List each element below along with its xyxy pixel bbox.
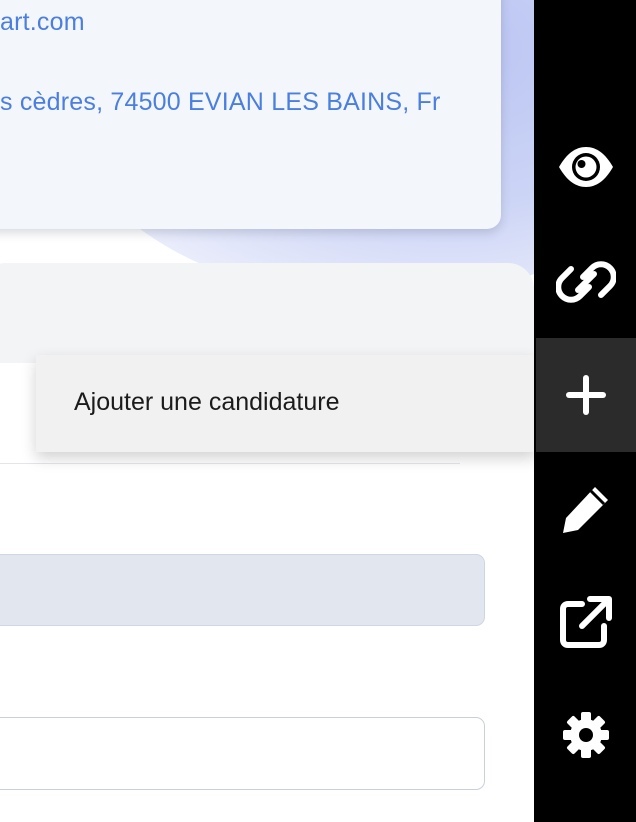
link-icon bbox=[556, 261, 616, 303]
view-button[interactable] bbox=[536, 110, 636, 224]
link-button[interactable] bbox=[536, 225, 636, 339]
tooltip-label: Ajouter une candidature bbox=[74, 388, 340, 416]
edit-button[interactable] bbox=[536, 452, 636, 566]
external-link-icon bbox=[560, 596, 612, 648]
contact-email-link[interactable]: art.com bbox=[0, 8, 85, 37]
contact-card: art.com s cèdres, 74500 EVIAN LES BAINS,… bbox=[0, 0, 501, 229]
plus-icon bbox=[566, 375, 606, 415]
readonly-field bbox=[0, 554, 485, 626]
pencil-icon bbox=[563, 487, 608, 533]
settings-button[interactable] bbox=[536, 678, 636, 792]
contact-address-link[interactable]: s cèdres, 74500 EVIAN LES BAINS, Fr bbox=[0, 88, 441, 117]
add-application-tooltip: Ajouter une candidature bbox=[36, 355, 536, 452]
page: art.com s cèdres, 74500 EVIAN LES BAINS,… bbox=[0, 0, 636, 822]
gear-icon bbox=[563, 712, 609, 758]
text-input-field[interactable] bbox=[0, 717, 485, 790]
eye-icon bbox=[559, 147, 613, 187]
divider bbox=[0, 463, 460, 464]
add-button[interactable] bbox=[536, 338, 636, 452]
right-toolbar bbox=[534, 0, 636, 822]
open-external-button[interactable] bbox=[536, 565, 636, 679]
